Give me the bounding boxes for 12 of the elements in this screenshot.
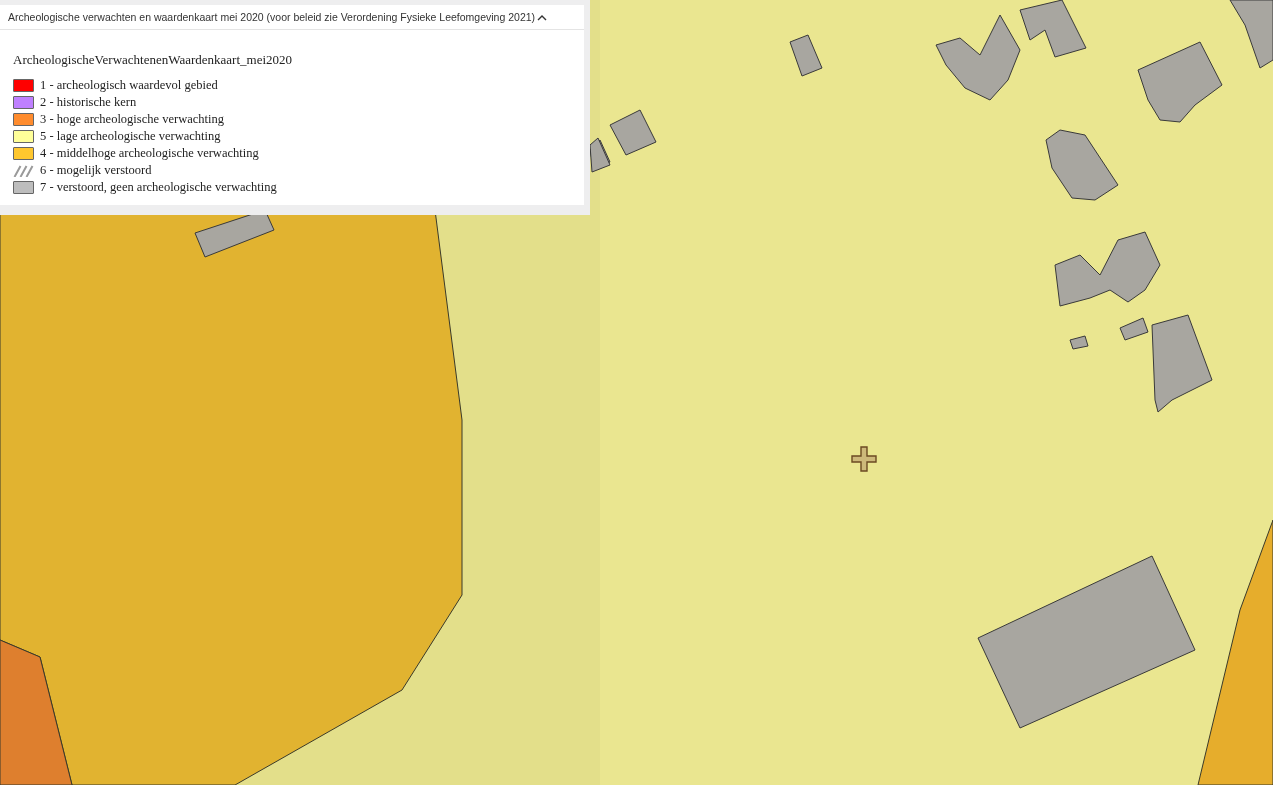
legend-label: 3 - hoge archeologische verwachting <box>40 112 224 127</box>
legend-label: 1 - archeologisch waardevol gebied <box>40 78 218 93</box>
crosshair-icon <box>851 446 877 472</box>
legend-title: Archeologische verwachten en waardenkaart mei 2020 (voor beleid zie Verordening Fysieke Leefomgeving 2021) <box>8 11 536 23</box>
chevron-up-icon[interactable] <box>537 13 548 21</box>
legend-label: 6 - mogelijk verstoord <box>40 163 152 178</box>
legend-label: 4 - middelhoge archeologische verwachting <box>40 146 259 161</box>
legend-label: 2 - historische kern <box>40 95 137 110</box>
legend-header[interactable]: Archeologische verwachten en waardenkaart mei 2020 (voor beleid zie Verordening Fysieke Leefomgeving 2021) <box>0 5 584 30</box>
legend-label: 5 - lage archeologische verwachting <box>40 129 221 144</box>
legend-label: 7 - verstoord, geen archeologische verwachting <box>40 180 277 195</box>
layer-name: ArcheologischeVerwachtenenWaardenkaart_mei2020 <box>13 52 294 68</box>
